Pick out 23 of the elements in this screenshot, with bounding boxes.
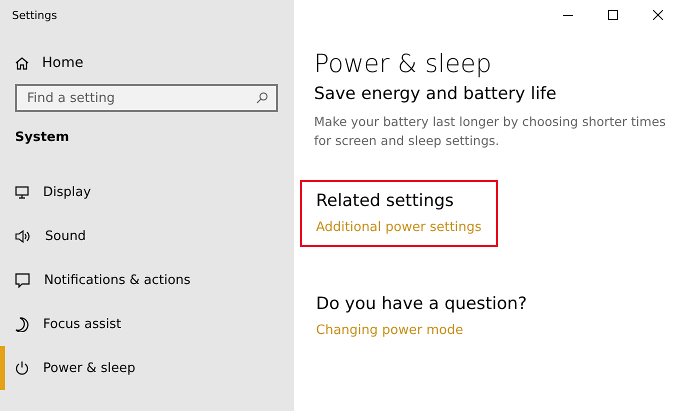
power-icon: [15, 361, 29, 375]
window-title: Settings: [12, 9, 58, 22]
monitor-icon: [15, 186, 29, 198]
description: Make your battery last longer by choosing shorter times for screen and sleep settings.: [314, 113, 667, 150]
subtitle: Save energy and battery life: [314, 84, 556, 104]
minimize-icon: [562, 14, 572, 16]
nav-item[interactable]: Notifications & actions: [0, 258, 294, 302]
search-icon: [256, 92, 268, 104]
home-link[interactable]: Home: [15, 55, 84, 71]
maximize-icon: [608, 10, 618, 20]
close-icon: [652, 10, 662, 20]
section-heading: System: [15, 130, 70, 145]
nav-item[interactable]: Focus assist: [0, 302, 294, 346]
nav-item[interactable]: Display: [0, 170, 294, 214]
speaker-icon: [15, 230, 31, 242]
home-icon: [15, 56, 29, 70]
message-icon: [15, 272, 30, 288]
nav-item[interactable]: Sound: [0, 214, 294, 258]
moon-icon: [15, 316, 29, 332]
section-heading: Do you have a question?: [316, 294, 527, 314]
page-title: Power & sleep: [314, 49, 492, 78]
search-field[interactable]: Find a setting: [15, 84, 278, 112]
section-heading: Related settings: [316, 191, 454, 211]
